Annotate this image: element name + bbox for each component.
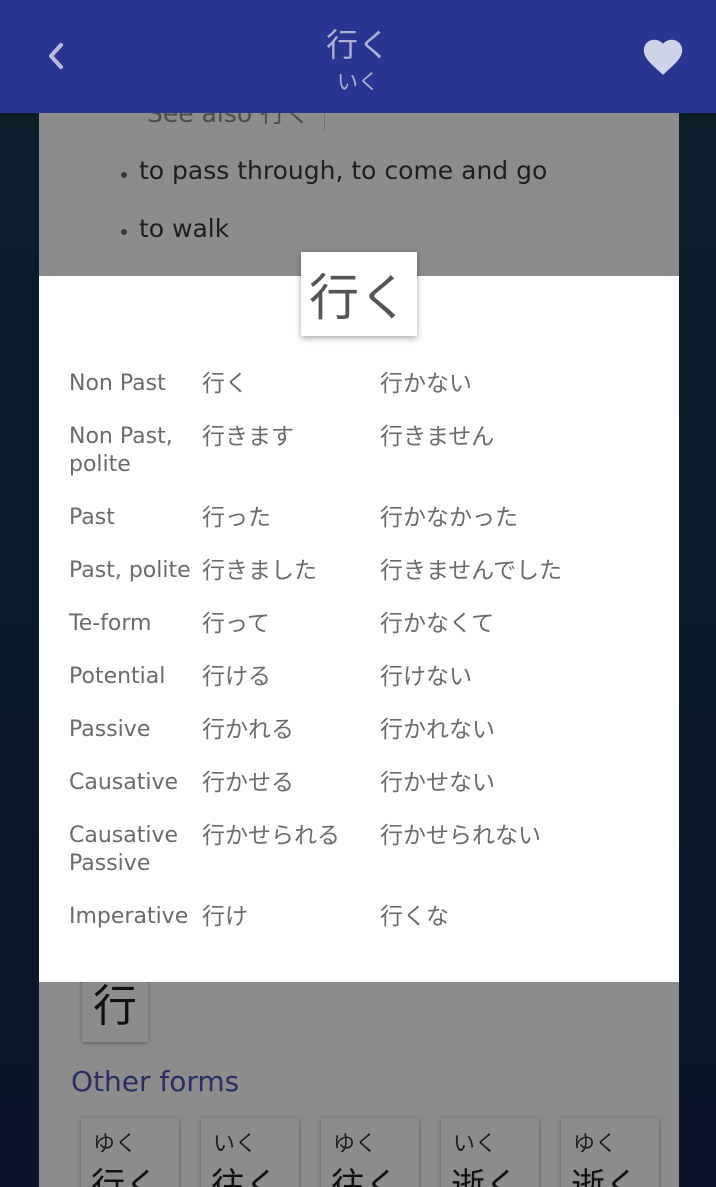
negative-form: 行かなかった bbox=[380, 505, 518, 531]
form-label: Potential bbox=[69, 664, 166, 689]
form-label: Non Past bbox=[69, 371, 166, 396]
positive-form: 行け bbox=[202, 904, 248, 930]
conjugation-dialog: 行く Non Past 行く 行かない Non Past, polite 行きま… bbox=[39, 252, 679, 982]
negative-form: 行かせられない bbox=[380, 823, 541, 849]
positive-form: 行ける bbox=[202, 664, 271, 690]
form-label: Imperative bbox=[69, 904, 189, 929]
positive-form: 行かせられる bbox=[202, 823, 340, 849]
negative-form: 行かない bbox=[380, 371, 472, 397]
form-label: Passive bbox=[69, 717, 151, 742]
page-title: 行く bbox=[325, 26, 390, 64]
favorite-button[interactable] bbox=[640, 34, 686, 80]
app-bar: 行く いく bbox=[0, 0, 716, 113]
form-label: Past, polite bbox=[69, 558, 191, 583]
positive-form: 行きます bbox=[202, 424, 294, 450]
form-label: Past bbox=[69, 505, 115, 530]
negative-form: 行かせない bbox=[380, 770, 495, 796]
form-label: Causative Passive bbox=[69, 823, 179, 876]
negative-form: 行かなくて bbox=[380, 611, 495, 637]
form-label: Te-form bbox=[69, 611, 152, 636]
positive-form: 行かせる bbox=[202, 770, 294, 796]
positive-form: 行く bbox=[202, 371, 248, 397]
positive-form: 行って bbox=[202, 611, 270, 637]
form-label: Causative bbox=[69, 770, 179, 795]
positive-form: 行った bbox=[202, 505, 271, 531]
page-reading: いく bbox=[337, 70, 379, 94]
heart-icon bbox=[643, 39, 683, 75]
negative-form: 行きませんでした bbox=[380, 558, 563, 584]
dialog-word-chip: 行く bbox=[301, 252, 417, 336]
positive-form: 行かれる bbox=[202, 717, 294, 743]
negative-form: 行きません bbox=[380, 424, 495, 450]
negative-form: 行けない bbox=[380, 664, 472, 690]
negative-form: 行くな bbox=[380, 904, 449, 930]
positive-form: 行きました bbox=[202, 558, 317, 584]
negative-form: 行かれない bbox=[380, 717, 495, 743]
form-label: Non Past, polite bbox=[69, 424, 173, 477]
